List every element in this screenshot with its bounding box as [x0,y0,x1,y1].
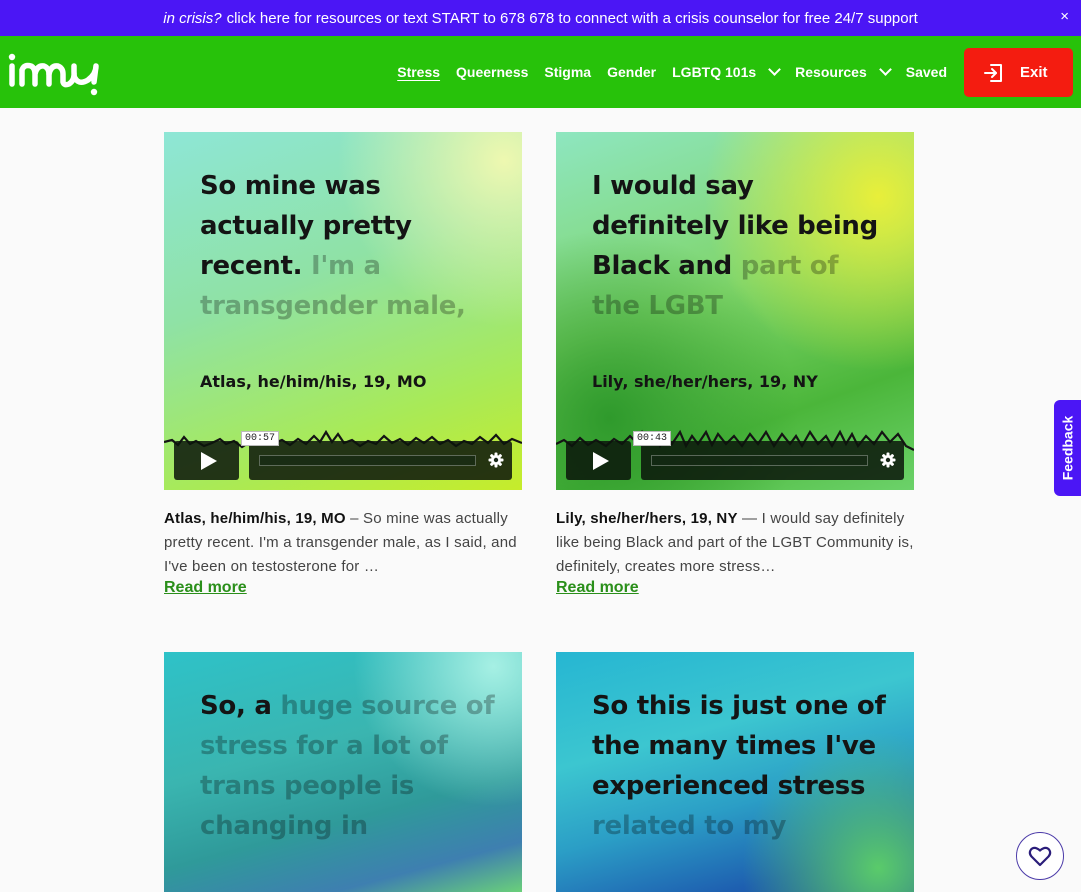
logo[interactable] [6,46,102,98]
progress-bar[interactable] [259,455,476,466]
read-more-link[interactable]: Read more [164,579,247,597]
exit-button[interactable]: Exit [964,48,1073,97]
chevron-down-icon[interactable] [768,63,782,76]
main-nav: Stress Queerness Stigma Gender LGBTQ 101… [381,36,947,108]
chevron-down-icon[interactable] [878,63,892,76]
nav-item-stigma[interactable]: Stigma [544,64,591,80]
quote-text: So this is just one of the many times I'… [592,691,886,801]
gear-icon[interactable] [880,452,896,468]
video-thumbnail[interactable]: I would say definitely like being Black … [556,132,914,490]
progress-bar[interactable] [651,455,868,466]
video-player-controls: 00:43 [566,431,904,480]
nav-item-saved[interactable]: Saved [906,64,947,80]
read-more-link[interactable]: Read more [556,579,639,597]
feedback-tab[interactable]: Feedback [1054,400,1081,496]
video-quote: I would say definitely like being Black … [592,166,892,326]
play-icon [592,451,609,470]
story-author: Atlas, he/him/his, 19, MO [164,510,346,527]
exit-door-icon [984,63,1002,82]
video-player-controls: 00:57 [174,431,512,480]
quote-text-faded: related to my [592,811,787,841]
nav-item-gender[interactable]: Gender [607,64,656,80]
video-thumbnail[interactable]: So mine was actually pretty recent. I'm … [164,132,522,490]
control-bar [249,441,512,480]
nav-item-label: LGBTQ 101s [672,64,757,80]
story-card: So mine was actually pretty recent. I'm … [164,132,522,597]
gear-icon[interactable] [488,452,504,468]
video-thumbnail[interactable]: So, a huge source of stress for a lot of… [164,652,522,892]
navbar: Stress Queerness Stigma Gender LGBTQ 101… [0,36,1081,108]
story-description: Lily, she/her/hers, 19, NY — I would say… [556,510,914,575]
favorites-button[interactable] [1016,832,1064,880]
heart-icon [1028,846,1052,867]
nav-item-stress[interactable]: Stress [397,64,440,80]
crisis-banner[interactable]: in crisis? click here for resources or t… [0,0,1081,36]
nav-item-lgbtq-101s[interactable]: LGBTQ 101s [672,63,782,80]
play-button[interactable] [174,441,239,480]
close-icon[interactable]: × [1060,8,1069,25]
story-card: So this is just one of the many times I'… [556,652,914,892]
crisis-banner-text[interactable]: click here for resources or text START t… [227,10,918,27]
video-quote: So mine was actually pretty recent. I'm … [200,166,500,326]
time-tooltip: 00:57 [241,431,280,446]
control-bar [641,441,904,480]
story-card: So, a huge source of stress for a lot of… [164,652,522,892]
time-tooltip: 00:43 [633,431,672,446]
story-author: Lily, she/her/hers, 19, NY [556,510,738,527]
video-thumbnail[interactable]: So this is just one of the many times I'… [556,652,914,892]
play-icon [200,451,217,470]
feedback-label: Feedback [1059,415,1076,481]
crisis-banner-lead[interactable]: in crisis? [163,10,221,27]
exit-label: Exit [1020,64,1048,81]
story-card: I would say definitely like being Black … [556,132,914,597]
video-quote: So, a huge source of stress for a lot of… [200,686,500,846]
quote-text: So, a [200,691,272,721]
video-quote: So this is just one of the many times I'… [592,686,892,846]
video-speaker: Atlas, he/him/his, 19, MO [200,372,427,391]
nav-item-label: Resources [795,64,867,80]
nav-item-resources[interactable]: Resources [795,63,892,80]
nav-item-queerness[interactable]: Queerness [456,64,528,80]
story-description: Atlas, he/him/his, 19, MO – So mine was … [164,510,517,575]
video-speaker: Lily, she/her/hers, 19, NY [592,372,818,391]
play-button[interactable] [566,441,631,480]
